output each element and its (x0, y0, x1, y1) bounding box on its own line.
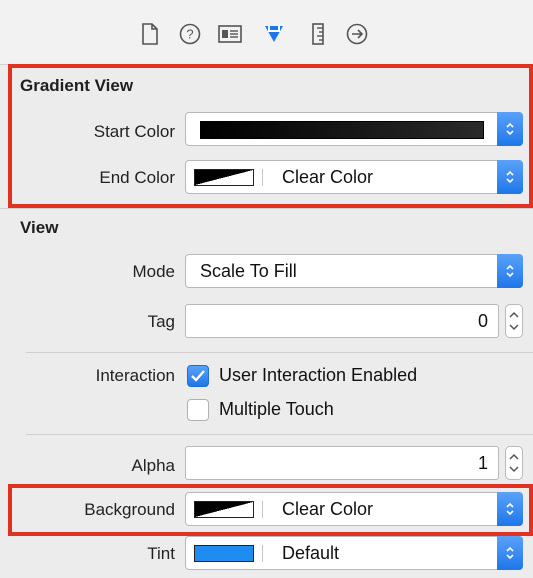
quick-help-icon[interactable]: ? (176, 20, 204, 48)
chevron-updown-icon[interactable] (497, 254, 523, 288)
connections-inspector-icon[interactable] (343, 20, 371, 48)
toolbar-separator (0, 64, 533, 65)
alpha-stepper[interactable] (505, 446, 523, 480)
alpha-value: 1 (477, 453, 488, 473)
attributes-inspector-icon[interactable] (260, 20, 288, 48)
chevron-updown-icon[interactable] (497, 536, 523, 570)
chevron-updown-icon[interactable] (497, 112, 523, 146)
alpha-field[interactable]: 1 (185, 446, 499, 480)
mode-label: Mode (132, 262, 175, 281)
divider (26, 434, 533, 435)
view-title: View (20, 218, 59, 237)
user-interaction-checkbox[interactable] (187, 365, 209, 387)
clear-color-swatch (194, 501, 254, 518)
chevron-updown-icon[interactable] (497, 160, 523, 194)
user-interaction-label: User Interaction Enabled (219, 365, 418, 385)
tag-field[interactable]: 0 (185, 304, 499, 338)
tint-swatch (194, 545, 254, 562)
size-inspector-icon[interactable] (304, 20, 332, 48)
alpha-label: Alpha (131, 456, 175, 475)
tint-popup[interactable]: Default (185, 536, 523, 570)
start-color-label: Start Color (93, 122, 175, 141)
section-separator (0, 208, 533, 209)
multiple-touch-label: Multiple Touch (219, 399, 334, 419)
identity-inspector-icon[interactable] (216, 20, 244, 48)
svg-text:?: ? (186, 27, 193, 42)
background-label: Background (84, 500, 175, 519)
tint-value: Default (282, 543, 340, 563)
tag-label: Tag (147, 312, 175, 331)
chevron-updown-icon[interactable] (497, 492, 523, 526)
start-color-swatch (200, 121, 484, 139)
end-color-value: Clear Color (282, 167, 374, 187)
tag-stepper[interactable] (505, 304, 523, 338)
tint-label: Tint (147, 544, 175, 563)
multiple-touch-checkbox[interactable] (187, 399, 209, 421)
end-color-label: End Color (99, 168, 175, 187)
checkmark-icon (191, 370, 205, 382)
divider (26, 352, 533, 353)
gradient-view-title: Gradient View (20, 76, 134, 95)
file-inspector-icon[interactable] (136, 20, 164, 48)
interaction-label: Interaction (95, 366, 175, 385)
inspector-toolbar: ? (0, 0, 533, 64)
background-value: Clear Color (282, 499, 374, 519)
clear-color-swatch (194, 169, 254, 186)
mode-popup[interactable]: Scale To Fill (185, 254, 523, 288)
end-color-popup[interactable]: Clear Color (185, 160, 523, 194)
start-color-popup[interactable] (185, 112, 523, 146)
mode-value: Scale To Fill (200, 261, 297, 281)
background-popup[interactable]: Clear Color (185, 492, 523, 526)
tag-value: 0 (477, 311, 488, 331)
